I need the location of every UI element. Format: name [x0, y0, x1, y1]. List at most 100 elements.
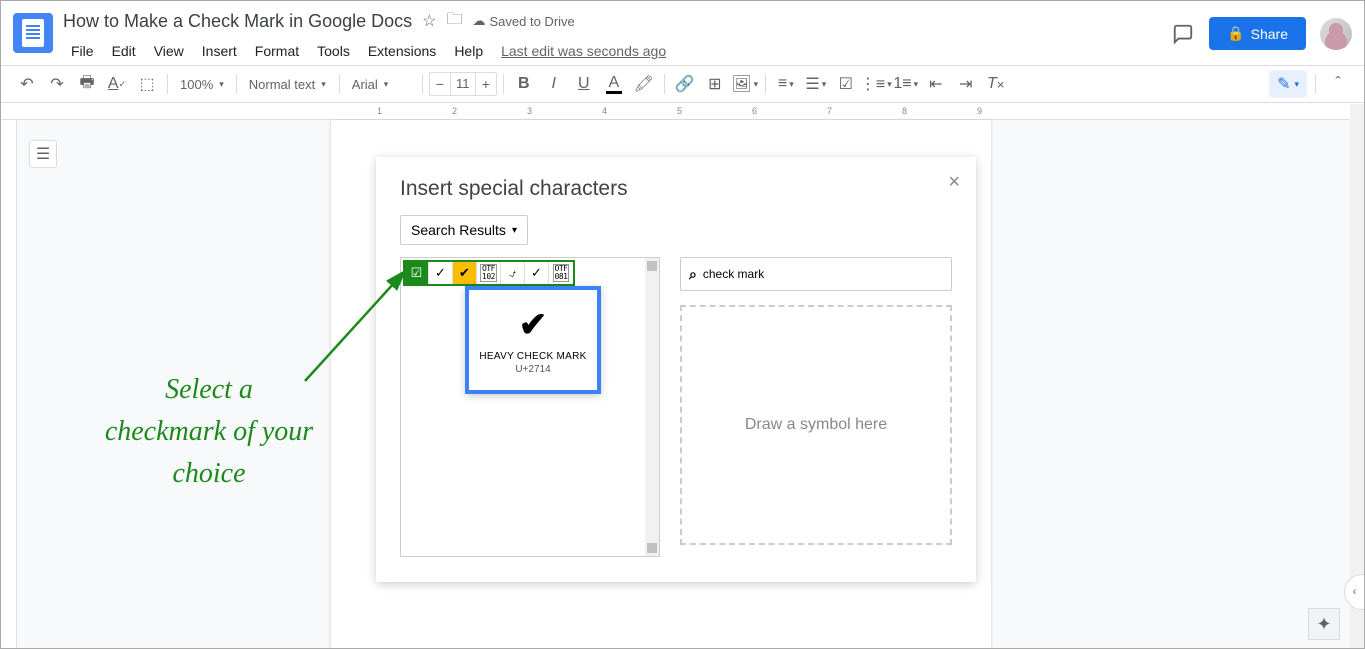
ruler-mark: 7 [827, 106, 832, 116]
account-avatar[interactable] [1320, 18, 1352, 50]
char-result[interactable]: ☑ [405, 262, 429, 284]
menu-tools[interactable]: Tools [309, 39, 358, 63]
save-status-text: Saved to Drive [490, 14, 575, 29]
close-icon[interactable]: × [948, 171, 960, 194]
highlight-icon[interactable]: 🖍 [630, 70, 658, 98]
spellcheck-icon[interactable]: A✓ [103, 70, 131, 98]
add-comment-icon[interactable]: ⊞ [701, 70, 729, 98]
char-result[interactable]: ⍻ [501, 262, 525, 284]
font-size-value[interactable]: 11 [450, 73, 476, 95]
docs-logo[interactable] [13, 13, 53, 53]
menu-format[interactable]: Format [247, 39, 307, 63]
line-spacing-icon[interactable]: ☰ [802, 70, 830, 98]
menu-view[interactable]: View [146, 39, 192, 63]
tooltip-code: U+2714 [515, 364, 550, 375]
style-dropdown[interactable]: Normal text [243, 77, 333, 92]
font-size-decrease[interactable]: − [430, 76, 450, 92]
link-icon[interactable]: 🔗 [671, 70, 699, 98]
italic-icon[interactable]: I [540, 70, 568, 98]
ruler-mark: 9 [977, 106, 982, 116]
vertical-ruler[interactable] [1, 120, 17, 648]
annotation-line: Select a [165, 374, 253, 405]
underline-icon[interactable]: U [570, 70, 598, 98]
special-characters-dialog: Insert special characters × Search Resul… [376, 157, 976, 582]
title-area: How to Make a Check Mark in Google Docs … [63, 9, 1171, 65]
tooltip-name: HEAVY CHECK MARK [479, 351, 586, 362]
ruler-mark: 6 [752, 106, 757, 116]
outline-toggle-icon[interactable]: ☰ [29, 140, 57, 168]
zoom-dropdown[interactable]: 100% [174, 77, 230, 92]
menu-extensions[interactable]: Extensions [360, 39, 444, 63]
explore-button[interactable]: ✦ [1308, 608, 1340, 640]
numbered-list-icon[interactable]: 1≡ [892, 70, 920, 98]
paint-format-icon[interactable]: ⬚ [133, 70, 161, 98]
char-result[interactable]: ✓ [525, 262, 549, 284]
draw-hint-text: Draw a symbol here [745, 416, 887, 434]
menu-help[interactable]: Help [446, 39, 491, 63]
menu-bar: File Edit View Insert Format Tools Exten… [63, 37, 1171, 65]
font-dropdown[interactable]: Arial [346, 77, 416, 92]
menu-edit[interactable]: Edit [104, 39, 144, 63]
char-result[interactable]: OTF102 [477, 262, 501, 284]
chevron-down-icon: ▾ [1294, 79, 1299, 90]
clear-format-icon[interactable]: T× [982, 70, 1010, 98]
header-actions: 🔒 Share [1171, 9, 1352, 50]
app-header: How to Make a Check Mark in Google Docs … [1, 1, 1364, 65]
align-icon[interactable]: ≡ [772, 70, 800, 98]
ruler-mark: 3 [527, 106, 532, 116]
undo-icon[interactable]: ↶ [13, 70, 41, 98]
chevron-down-icon: ▾ [512, 225, 517, 236]
save-status[interactable]: ☁ Saved to Drive [473, 13, 575, 29]
dialog-title: Insert special characters [400, 177, 952, 201]
toolbar: ↶ ↷ 🖶 A✓ ⬚ 100% Normal text Arial − 11 +… [1, 65, 1364, 103]
ruler-mark: 1 [377, 106, 382, 116]
draw-symbol-area[interactable]: Draw a symbol here [680, 305, 952, 545]
results-scrollbar[interactable] [645, 258, 659, 556]
share-button[interactable]: 🔒 Share [1209, 17, 1306, 50]
share-label: Share [1251, 26, 1288, 42]
comments-icon[interactable] [1171, 22, 1195, 46]
bulleted-list-icon[interactable]: ⋮≡ [862, 70, 890, 98]
move-icon[interactable]: 🗀 [446, 8, 462, 35]
ruler-mark: 2 [452, 106, 457, 116]
category-label: Search Results [411, 222, 506, 238]
char-result[interactable]: OTF081 [549, 262, 573, 284]
increase-indent-icon[interactable]: ⇥ [952, 70, 980, 98]
insert-image-icon[interactable]: 🖼 [731, 70, 759, 98]
cloud-icon: ☁ [473, 13, 486, 29]
ruler-mark: 4 [602, 106, 607, 116]
annotation-line: checkmark of your [105, 416, 313, 447]
vertical-scrollbar[interactable] [1350, 104, 1364, 648]
horizontal-ruler[interactable]: 1 2 3 4 5 6 7 8 9 [1, 104, 1350, 120]
annotation-line: choice [172, 458, 245, 489]
ruler-mark: 8 [902, 106, 907, 116]
bold-icon[interactable]: B [510, 70, 538, 98]
print-icon[interactable]: 🖶 [73, 70, 101, 98]
lock-icon: 🔒 [1227, 25, 1244, 42]
document-title[interactable]: How to Make a Check Mark in Google Docs [63, 11, 412, 32]
category-dropdown[interactable]: Search Results ▾ [400, 215, 528, 245]
font-size-control: − 11 + [429, 72, 497, 96]
star-icon[interactable]: ☆ [422, 11, 436, 31]
menu-insert[interactable]: Insert [194, 39, 245, 63]
char-result-hover[interactable]: ✔ [453, 262, 477, 284]
character-search-input[interactable] [703, 267, 943, 281]
decrease-indent-icon[interactable]: ⇤ [922, 70, 950, 98]
results-panel: ☑ ✓ ✔ OTF102 ⍻ ✓ OTF081 ✔ HEAVY CHECK MA… [400, 257, 660, 557]
collapse-icon[interactable]: ˆ [1324, 70, 1352, 98]
menu-file[interactable]: File [63, 39, 102, 63]
character-tooltip: ✔ HEAVY CHECK MARK U+2714 [465, 286, 601, 394]
editing-mode-button[interactable]: ✎ ▾ [1269, 70, 1307, 98]
redo-icon[interactable]: ↷ [43, 70, 71, 98]
dialog-right-panel: ⌕ Draw a symbol here [680, 257, 952, 557]
text-color-icon[interactable]: A [600, 70, 628, 98]
checklist-icon[interactable]: ☑ [832, 70, 860, 98]
ruler-mark: 5 [677, 106, 682, 116]
pencil-icon: ✎ [1277, 74, 1290, 94]
font-size-increase[interactable]: + [476, 76, 496, 92]
char-result[interactable]: ✓ [429, 262, 453, 284]
last-edit-link[interactable]: Last edit was seconds ago [501, 43, 666, 59]
tooltip-glyph: ✔ [519, 305, 548, 345]
annotation-text: Select a checkmark of your choice [79, 369, 339, 495]
search-icon: ⌕ [689, 266, 697, 283]
